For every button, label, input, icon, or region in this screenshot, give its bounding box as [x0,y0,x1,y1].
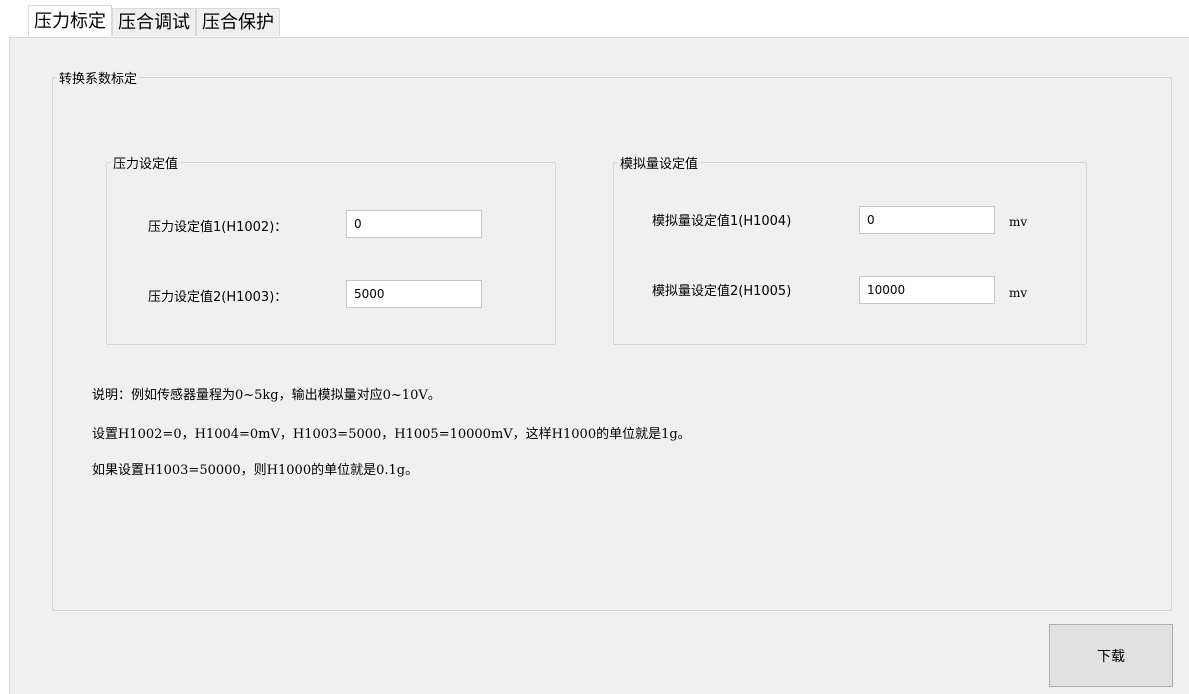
pressure-setting-1-label: 压力设定值1(H1002)： [148,220,288,235]
pressure-setting-2-input[interactable] [346,280,482,308]
download-button[interactable]: 下载 [1049,624,1173,687]
analog-setting-1-unit: mv [1009,215,1028,229]
analog-setting-1-input[interactable] [859,206,995,234]
tab-pressure-calibration[interactable]: 压力标定 [28,5,112,36]
tab-press-protection[interactable]: 压合保护 [196,8,280,36]
analog-setting-2-input[interactable] [859,276,995,304]
pressure-setting-title: 压力设定值 [113,157,179,172]
tab-content-panel: 转换系数标定 压力设定值 压力设定值1(H1002)： 压力设定值2(H1003… [9,37,1189,694]
analog-setting-2-label: 模拟量设定值2(H1005) [652,284,792,299]
pressure-setting-1-input[interactable] [346,210,482,238]
tab-press-debug[interactable]: 压合调试 [112,8,196,36]
note-line-2: 设置H1002=0，H1004=0mV，H1003=5000，H1005=100… [92,427,691,442]
note-line-1: 说明：例如传感器量程为0~5kg，输出模拟量对应0~10V。 [92,388,441,403]
pressure-setting-group: 压力设定值 [106,153,556,345]
conversion-coefficient-title: 转换系数标定 [59,72,138,87]
note-line-3: 如果设置H1003=50000，则H1000的单位就是0.1g。 [92,463,419,478]
analog-setting-1-label: 模拟量设定值1(H1004) [652,214,792,229]
analog-setting-title: 模拟量设定值 [620,157,699,172]
pressure-setting-2-label: 压力设定值2(H1003)： [148,290,288,305]
analog-setting-2-unit: mv [1009,286,1028,300]
analog-setting-group: 模拟量设定值 [613,153,1087,345]
tab-bar: 压力标定 压合调试 压合保护 [28,5,280,38]
